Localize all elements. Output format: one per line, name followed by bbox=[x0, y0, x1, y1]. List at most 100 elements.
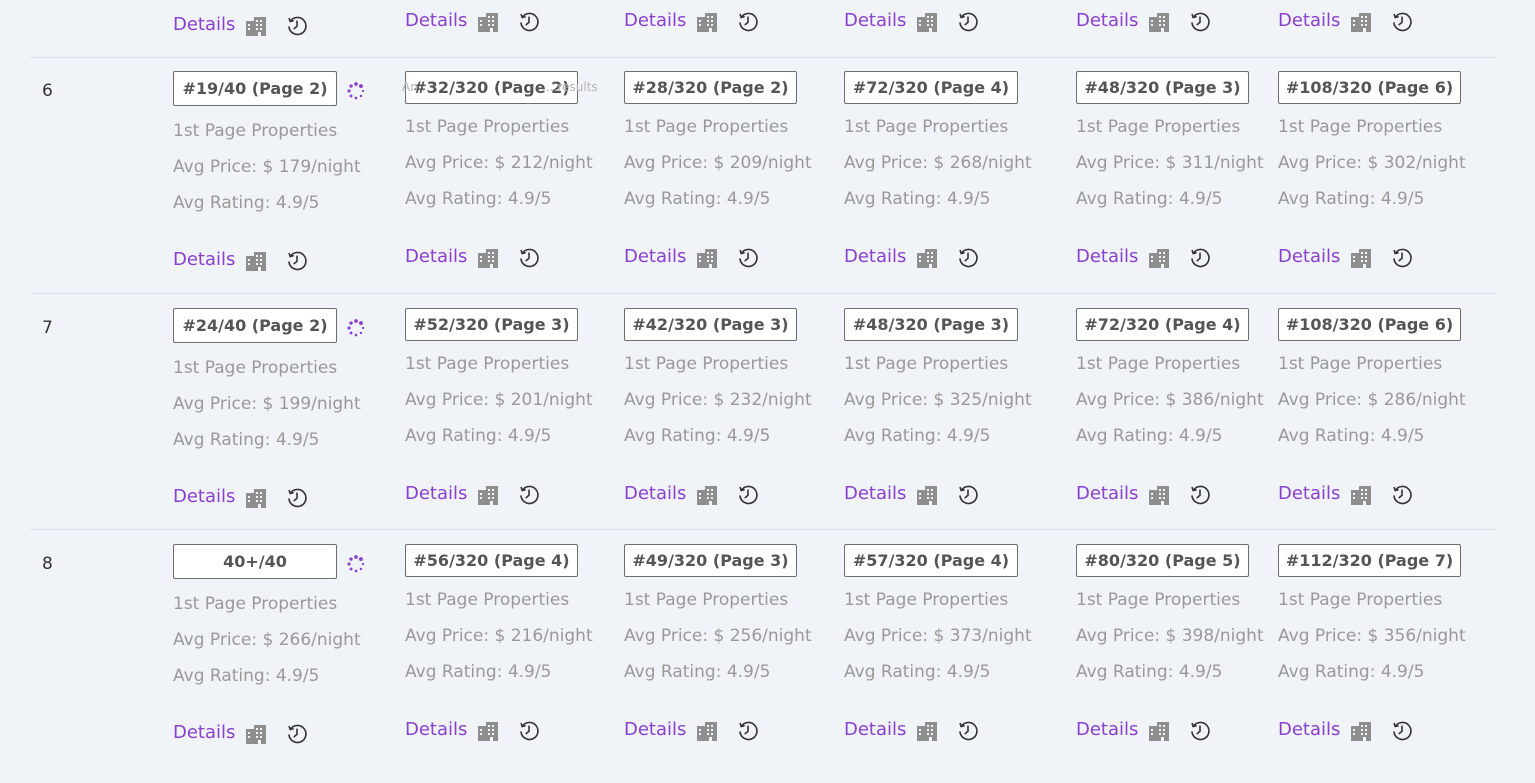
history-icon[interactable] bbox=[957, 247, 979, 269]
building-icon[interactable] bbox=[696, 720, 718, 742]
history-icon[interactable] bbox=[518, 11, 540, 33]
row-divider bbox=[30, 57, 1496, 58]
details-link[interactable]: Details bbox=[405, 483, 467, 504]
details-link[interactable]: Details bbox=[1278, 246, 1340, 267]
history-icon[interactable] bbox=[737, 11, 759, 33]
details-link[interactable]: Details bbox=[173, 249, 235, 270]
details-link[interactable]: Details bbox=[405, 246, 467, 267]
first-page-properties-label: 1st Page Properties bbox=[173, 358, 338, 378]
history-icon[interactable] bbox=[1189, 720, 1211, 742]
building-icon[interactable] bbox=[477, 11, 499, 33]
first-page-properties-label: 1st Page Properties bbox=[405, 590, 570, 610]
details-link[interactable]: Details bbox=[844, 483, 906, 504]
rank-badge[interactable]: #49/320 (Page 3) bbox=[624, 544, 797, 577]
building-icon[interactable] bbox=[245, 487, 267, 509]
building-icon[interactable] bbox=[477, 484, 499, 506]
rank-badge[interactable]: #56/320 (Page 4) bbox=[405, 544, 578, 577]
rank-badge[interactable]: #24/40 (Page 2) bbox=[173, 308, 337, 343]
details-link[interactable]: Details bbox=[173, 486, 235, 507]
history-icon[interactable] bbox=[1391, 484, 1413, 506]
rank-badge[interactable]: #72/320 (Page 4) bbox=[844, 71, 1018, 104]
rank-badge[interactable]: #42/320 (Page 3) bbox=[624, 308, 797, 341]
details-link[interactable]: Details bbox=[173, 722, 235, 743]
history-icon[interactable] bbox=[957, 484, 979, 506]
building-icon[interactable] bbox=[245, 250, 267, 272]
building-icon[interactable] bbox=[1148, 720, 1170, 742]
rank-badge[interactable]: #48/320 (Page 3) bbox=[1076, 71, 1249, 104]
history-icon[interactable] bbox=[286, 487, 308, 509]
rank-badge[interactable]: #108/320 (Page 6) bbox=[1278, 71, 1461, 104]
first-page-properties-label: 1st Page Properties bbox=[405, 117, 570, 137]
ranking-cell: #48/320 (Page 3) 1st Page Properties Avg P… bbox=[844, 308, 1074, 544]
building-icon[interactable] bbox=[696, 247, 718, 269]
avg-price: Avg Price: $ 232/night bbox=[624, 390, 812, 410]
rank-badge[interactable]: #57/320 (Page 4) bbox=[844, 544, 1018, 577]
history-icon[interactable] bbox=[518, 720, 540, 742]
history-icon[interactable] bbox=[1391, 720, 1413, 742]
building-icon[interactable] bbox=[916, 484, 938, 506]
history-icon[interactable] bbox=[518, 247, 540, 269]
details-link[interactable]: Details bbox=[624, 10, 686, 31]
loading-spinner-icon bbox=[346, 318, 366, 338]
history-icon[interactable] bbox=[737, 720, 759, 742]
history-icon[interactable] bbox=[737, 484, 759, 506]
history-icon[interactable] bbox=[1189, 247, 1211, 269]
details-link[interactable]: Details bbox=[1076, 483, 1138, 504]
building-icon[interactable] bbox=[916, 11, 938, 33]
history-icon[interactable] bbox=[518, 484, 540, 506]
details-link[interactable]: Details bbox=[624, 483, 686, 504]
history-icon[interactable] bbox=[737, 247, 759, 269]
rank-badge[interactable]: #52/320 (Page 3) bbox=[405, 308, 578, 341]
building-icon[interactable] bbox=[696, 11, 718, 33]
details-link[interactable]: Details bbox=[624, 719, 686, 740]
building-icon[interactable] bbox=[1148, 247, 1170, 269]
details-link[interactable]: Details bbox=[1278, 10, 1340, 31]
history-icon[interactable] bbox=[957, 720, 979, 742]
building-icon[interactable] bbox=[477, 247, 499, 269]
history-icon[interactable] bbox=[1391, 247, 1413, 269]
building-icon[interactable] bbox=[245, 15, 267, 37]
details-link[interactable]: Details bbox=[1076, 246, 1138, 267]
details-link[interactable]: Details bbox=[844, 719, 906, 740]
history-icon[interactable] bbox=[1189, 484, 1211, 506]
rank-badge[interactable]: #28/320 (Page 2) bbox=[624, 71, 797, 104]
rank-badge[interactable]: #108/320 (Page 6) bbox=[1278, 308, 1461, 341]
building-icon[interactable] bbox=[916, 247, 938, 269]
details-link[interactable]: Details bbox=[624, 246, 686, 267]
details-link[interactable]: Details bbox=[173, 14, 235, 35]
rank-badge[interactable]: #48/320 (Page 3) bbox=[844, 308, 1018, 341]
details-link[interactable]: Details bbox=[1278, 483, 1340, 504]
history-icon[interactable] bbox=[286, 15, 308, 37]
details-link[interactable]: Details bbox=[405, 10, 467, 31]
history-icon[interactable] bbox=[286, 723, 308, 745]
first-page-properties-label: 1st Page Properties bbox=[1076, 354, 1241, 374]
building-icon[interactable] bbox=[916, 720, 938, 742]
avg-rating: Avg Rating: 4.9/5 bbox=[1278, 662, 1425, 682]
history-icon[interactable] bbox=[1391, 11, 1413, 33]
rank-badge[interactable]: #80/320 (Page 5) bbox=[1076, 544, 1249, 577]
building-icon[interactable] bbox=[245, 723, 267, 745]
history-icon[interactable] bbox=[1189, 11, 1211, 33]
details-link[interactable]: Details bbox=[405, 719, 467, 740]
ranking-cell: #57/320 (Page 4) 1st Page Properties Avg P… bbox=[844, 544, 1074, 780]
details-link[interactable]: Details bbox=[1076, 10, 1138, 31]
details-link[interactable]: Details bbox=[1076, 719, 1138, 740]
rank-badge[interactable]: 40+/40 bbox=[173, 544, 337, 579]
details-link[interactable]: Details bbox=[844, 10, 906, 31]
building-icon[interactable] bbox=[477, 720, 499, 742]
first-page-properties-label: 1st Page Properties bbox=[1278, 590, 1443, 610]
building-icon[interactable] bbox=[1148, 11, 1170, 33]
rank-badge[interactable]: #19/40 (Page 2) bbox=[173, 71, 337, 106]
details-link[interactable]: Details bbox=[844, 246, 906, 267]
rank-badge[interactable]: #112/320 (Page 7) bbox=[1278, 544, 1461, 577]
history-icon[interactable] bbox=[957, 11, 979, 33]
rank-badge[interactable]: #72/320 (Page 4) bbox=[1076, 308, 1249, 341]
building-icon[interactable] bbox=[1350, 11, 1372, 33]
building-icon[interactable] bbox=[1148, 484, 1170, 506]
details-link[interactable]: Details bbox=[1278, 719, 1340, 740]
building-icon[interactable] bbox=[1350, 484, 1372, 506]
building-icon[interactable] bbox=[696, 484, 718, 506]
history-icon[interactable] bbox=[286, 250, 308, 272]
building-icon[interactable] bbox=[1350, 720, 1372, 742]
building-icon[interactable] bbox=[1350, 247, 1372, 269]
